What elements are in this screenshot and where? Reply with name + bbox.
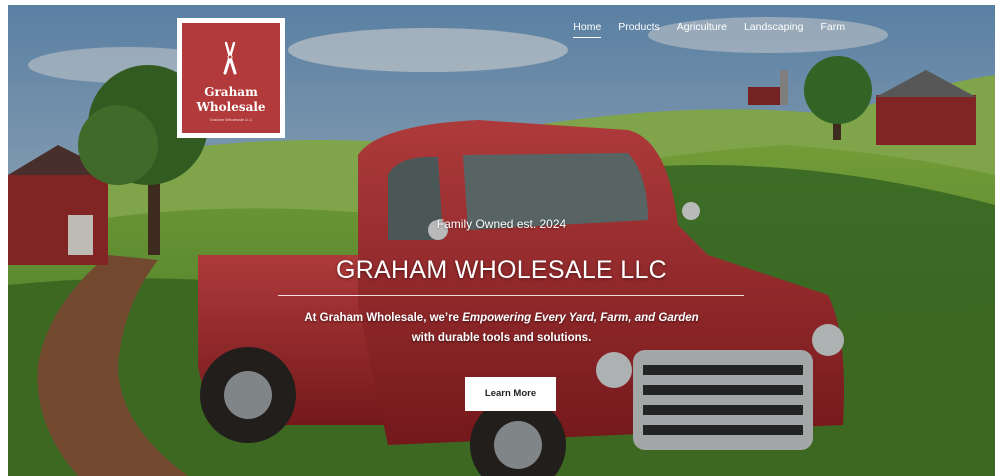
- nav-item-home[interactable]: Home: [573, 21, 602, 38]
- nav-item-agriculture[interactable]: Agriculture: [677, 21, 727, 38]
- hero-eyebrow: Family Owned est. 2024: [436, 217, 567, 231]
- hero-divider: [278, 295, 744, 296]
- brand-logo[interactable]: Graham Wholesale Graham Wholesale LLC: [177, 18, 285, 138]
- hero-description-emphasis: Empowering Every Yard, Farm, and Garden: [462, 312, 699, 324]
- hero-description-suffix: with durable tools and solutions.: [411, 332, 592, 344]
- brand-tagline: Graham Wholesale LLC: [209, 117, 253, 122]
- hero-description-prefix: At Graham Wholesale, we’re: [304, 312, 463, 324]
- hero-title: GRAHAM WHOLESALE LLC: [335, 256, 668, 284]
- brand-name: Graham Wholesale: [196, 85, 266, 114]
- nav-item-farm[interactable]: Farm: [821, 21, 846, 38]
- nav-item-landscaping[interactable]: Landscaping: [744, 21, 804, 38]
- hero-description: At Graham Wholesale, we’re Empowering Ev…: [8, 308, 995, 348]
- page: Graham Wholesale Graham Wholesale LLC Ho…: [8, 5, 995, 476]
- pruning-shears-icon: [223, 41, 237, 75]
- nav-item-products[interactable]: Products: [618, 21, 659, 38]
- main-nav: Home Products Agriculture Landscaping Fa…: [573, 21, 845, 38]
- learn-more-button[interactable]: Learn More: [465, 377, 556, 411]
- brand-logo-badge: Graham Wholesale Graham Wholesale LLC: [182, 23, 280, 133]
